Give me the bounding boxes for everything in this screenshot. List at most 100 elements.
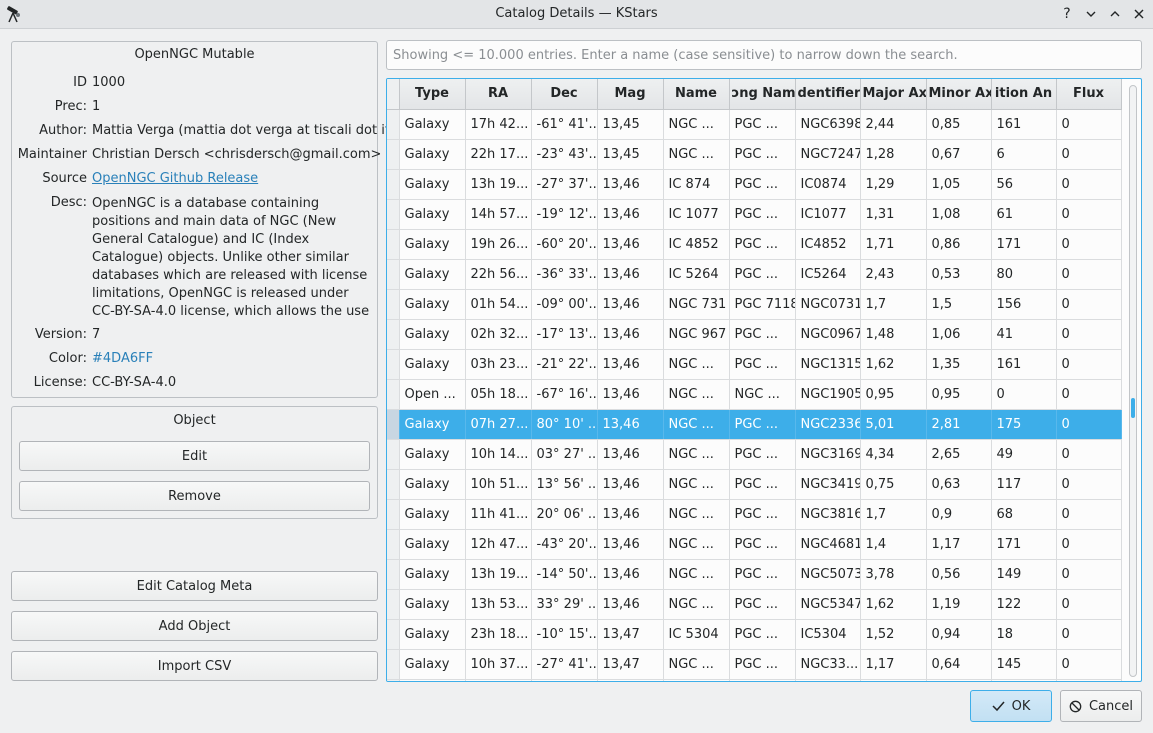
table-cell[interactable]: 0: [1056, 229, 1122, 260]
table-cell[interactable]: 13,45: [597, 109, 664, 140]
close-button[interactable]: [1130, 5, 1148, 23]
edit-catalog-meta-button[interactable]: Edit Catalog Meta: [11, 571, 378, 601]
table-row[interactable]: Galaxy 13h 19... -14° 50'... 13,46 NGC ... PG…: [387, 559, 1122, 590]
row-header[interactable]: [387, 409, 400, 440]
table-cell[interactable]: Galaxy: [399, 589, 466, 620]
table-cell[interactable]: [597, 679, 664, 681]
table-cell[interactable]: 1,4: [860, 529, 927, 560]
table-cell[interactable]: 0,67: [926, 139, 992, 170]
table-cell[interactable]: NGC ...: [663, 139, 730, 170]
table-row[interactable]: Galaxy 10h 14... 03° 27' ... 13,46 NGC ... PG…: [387, 439, 1122, 470]
table-cell[interactable]: 13,46: [597, 379, 664, 410]
table-cell[interactable]: 13,46: [597, 229, 664, 260]
table-row[interactable]: Galaxy 10h 37... -27° 41'... 13,47 NGC ... PG…: [387, 649, 1122, 680]
table-cell[interactable]: 05h 18...: [465, 379, 532, 410]
table-cell[interactable]: 02h 32...: [465, 319, 532, 350]
table-cell[interactable]: 10h 37...: [465, 649, 532, 680]
table-row[interactable]: Galaxy 22h 17... -23° 43'... 13,45 NGC ... PG…: [387, 139, 1122, 170]
table-cell[interactable]: -09° 00'...: [531, 289, 598, 320]
minimize-button[interactable]: [1082, 5, 1100, 23]
table-cell[interactable]: 13,45: [597, 139, 664, 170]
table-cell[interactable]: 13,46: [597, 499, 664, 530]
table-cell[interactable]: 1,35: [926, 349, 992, 380]
table-cell[interactable]: 56: [991, 169, 1057, 200]
table-cell[interactable]: 0: [1056, 139, 1122, 170]
table-cell[interactable]: 161: [991, 109, 1057, 140]
table-cell[interactable]: 1,48: [860, 319, 927, 350]
table-cell[interactable]: 13h 53...: [465, 589, 532, 620]
table-row[interactable]: Galaxy 23h 18... -10° 15'... 13,47 IC 5304 PG…: [387, 619, 1122, 650]
table-row[interactable]: Galaxy 17h 42... -61° 41'... 13,45 NGC ... PG…: [387, 109, 1122, 140]
table-cell[interactable]: 1,31: [860, 199, 927, 230]
table-cell[interactable]: -21° 22'...: [531, 349, 598, 380]
row-header[interactable]: [387, 109, 400, 140]
ok-button[interactable]: OK: [970, 690, 1052, 722]
table-cell[interactable]: -14° 50'...: [531, 559, 598, 590]
table-cell[interactable]: Galaxy: [399, 529, 466, 560]
table-cell[interactable]: 2,43: [860, 259, 927, 290]
table-cell[interactable]: NGC0967: [795, 319, 861, 350]
row-header[interactable]: [387, 289, 400, 320]
row-header[interactable]: [387, 379, 400, 410]
table-cell[interactable]: IC 5304: [663, 619, 730, 650]
table-cell[interactable]: NGC5073: [795, 559, 861, 590]
row-header[interactable]: [387, 679, 400, 681]
table-cell[interactable]: 0,94: [926, 619, 992, 650]
table-cell[interactable]: 80° 10' ...: [531, 409, 598, 440]
table-cell[interactable]: Galaxy: [399, 469, 466, 500]
table-row[interactable]: Galaxy 03h 23... -21° 22'... 13,46 NGC ... PG…: [387, 349, 1122, 380]
table-cell[interactable]: 20° 06' ...: [531, 499, 598, 530]
table-cell[interactable]: PGC ...: [729, 529, 796, 560]
table-row[interactable]: [387, 679, 1122, 681]
table-cell[interactable]: 68: [991, 499, 1057, 530]
table-cell[interactable]: NGC 731: [663, 289, 730, 320]
table-cell[interactable]: [663, 679, 730, 681]
table-cell[interactable]: NGC3816: [795, 499, 861, 530]
table-cell[interactable]: NGC0731: [795, 289, 861, 320]
row-header[interactable]: [387, 589, 400, 620]
table-cell[interactable]: Galaxy: [399, 349, 466, 380]
table-cell[interactable]: PGC ...: [729, 589, 796, 620]
table-cell[interactable]: 0: [1056, 319, 1122, 350]
row-header[interactable]: [387, 139, 400, 170]
cancel-button[interactable]: Cancel: [1060, 690, 1142, 722]
table-cell[interactable]: NGC1315: [795, 349, 861, 380]
table-cell[interactable]: NGC ...: [663, 589, 730, 620]
table-row[interactable]: Galaxy 12h 47... -43° 20'... 13,46 NGC ... PG…: [387, 529, 1122, 560]
table-cell[interactable]: 13° 56' ...: [531, 469, 598, 500]
table-cell[interactable]: 10h 51...: [465, 469, 532, 500]
row-header[interactable]: [387, 619, 400, 650]
table-cell[interactable]: 1,28: [860, 139, 927, 170]
column-header[interactable]: Dec: [531, 79, 598, 110]
table-cell[interactable]: 2,65: [926, 439, 992, 470]
table-cell[interactable]: NGC ...: [663, 559, 730, 590]
table-cell[interactable]: Galaxy: [399, 649, 466, 680]
table-cell[interactable]: 13,46: [597, 349, 664, 380]
table-cell[interactable]: 49: [991, 439, 1057, 470]
row-header[interactable]: [387, 529, 400, 560]
table-cell[interactable]: 13,46: [597, 529, 664, 560]
table-cell[interactable]: 12h 47...: [465, 529, 532, 560]
table-cell[interactable]: 33° 29' ...: [531, 589, 598, 620]
table-cell[interactable]: 171: [991, 529, 1057, 560]
table-cell[interactable]: 1,5: [926, 289, 992, 320]
column-header[interactable]: Name: [663, 79, 730, 110]
table-cell[interactable]: 0,86: [926, 229, 992, 260]
table-cell[interactable]: PGC ...: [729, 409, 796, 440]
table-cell[interactable]: 23h 18...: [465, 619, 532, 650]
table-cell[interactable]: 0,95: [860, 379, 927, 410]
table-cell[interactable]: 0: [1056, 529, 1122, 560]
table-row[interactable]: Galaxy 02h 32... -17° 13'... 13,46 NGC 967 PG…: [387, 319, 1122, 350]
table-cell[interactable]: 19h 26...: [465, 229, 532, 260]
table-cell[interactable]: IC 4852: [663, 229, 730, 260]
table-cell[interactable]: NGC3169: [795, 439, 861, 470]
table-cell[interactable]: 2,81: [926, 409, 992, 440]
objects-table[interactable]: Type RA Dec Mag Name ɔng Nam dentifier Major Ax…: [386, 78, 1142, 682]
table-cell[interactable]: IC0874: [795, 169, 861, 200]
table-cell[interactable]: 149: [991, 559, 1057, 590]
table-cell[interactable]: NGC ...: [663, 109, 730, 140]
table-cell[interactable]: 13,46: [597, 409, 664, 440]
row-header[interactable]: [387, 319, 400, 350]
table-row[interactable]: Galaxy 13h 53... 33° 29' ... 13,46 NGC ... PG…: [387, 589, 1122, 620]
table-row[interactable]: Galaxy 13h 19... -27° 37'... 13,46 IC 874 PGC…: [387, 169, 1122, 200]
